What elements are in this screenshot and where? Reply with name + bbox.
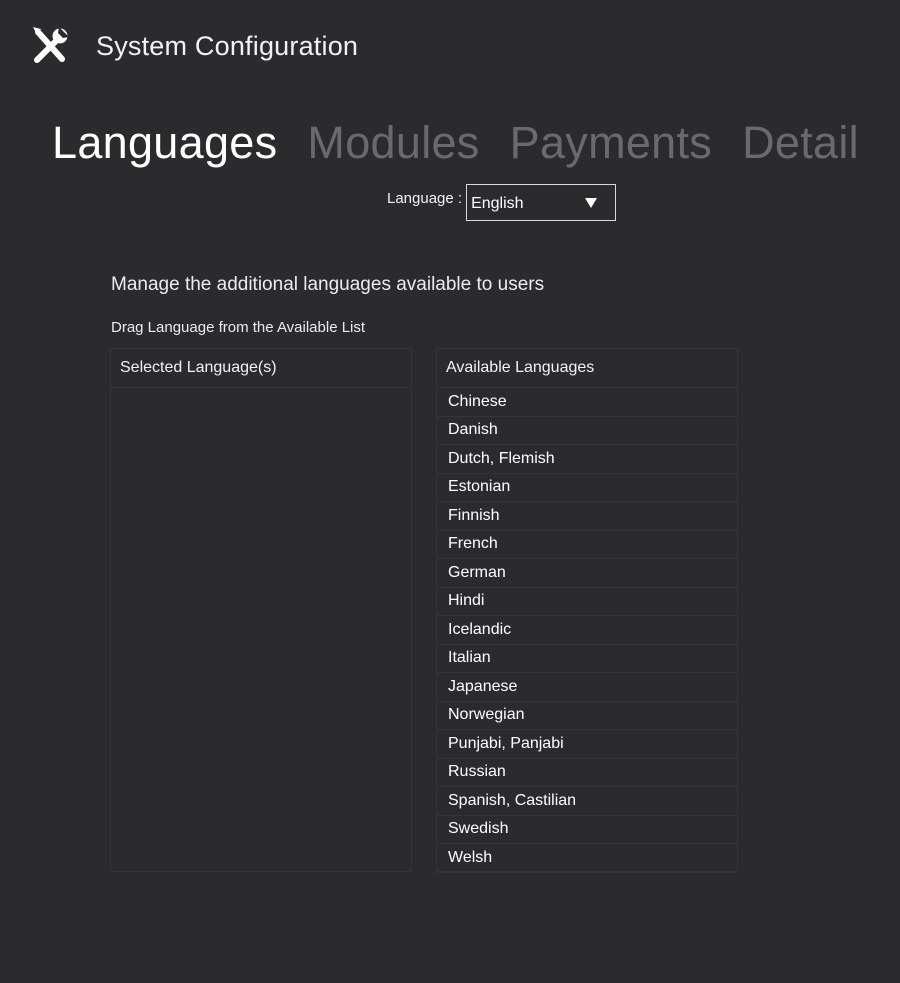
list-item[interactable]: Hindi [437, 588, 737, 616]
list-item[interactable]: Norwegian [437, 702, 737, 730]
list-item[interactable]: Finnish [437, 502, 737, 531]
list-item[interactable]: Spanish, Castilian [437, 787, 737, 816]
list-item[interactable]: Japanese [437, 673, 737, 702]
list-item[interactable]: Welsh [437, 844, 737, 873]
list-item[interactable]: French [437, 531, 737, 559]
list-item[interactable]: Dutch, Flemish [437, 445, 737, 474]
available-languages-header: Available Languages [437, 349, 737, 388]
list-item[interactable]: Estonian [437, 474, 737, 502]
tab-bar: Languages Modules Payments Detail [52, 112, 889, 174]
list-item[interactable]: Chinese [437, 388, 737, 417]
app-title: System Configuration [96, 30, 359, 61]
selected-languages-list[interactable]: Selected Language(s) [110, 348, 412, 872]
list-item[interactable]: German [437, 559, 737, 588]
list-item[interactable]: Punjabi, Panjabi [437, 730, 737, 759]
selected-languages-header: Selected Language(s) [111, 349, 411, 388]
app-header: System Configuration [28, 26, 358, 66]
tab-payments[interactable]: Payments [510, 112, 712, 174]
drag-instruction: Drag Language from the Available List [111, 319, 366, 336]
list-item[interactable]: Danish [437, 417, 737, 445]
tools-icon [33, 27, 69, 63]
available-languages-list[interactable]: Available Languages Chinese Danish Dutch, … [436, 348, 738, 873]
list-item[interactable]: Icelandic [437, 616, 737, 645]
app-window: System Configuration Languages Modules P… [0, 0, 900, 983]
tab-detail[interactable]: Detail [742, 112, 859, 174]
list-item[interactable]: Swedish [437, 816, 737, 844]
language-label: Language : [387, 190, 463, 207]
available-languages-items: Chinese Danish Dutch, Flemish Estonian Finni… [437, 388, 737, 873]
language-selector-row: Language : English [387, 184, 617, 221]
language-dropdown-value: English [471, 194, 524, 212]
page-description: Manage the additional languages availabl… [111, 274, 545, 295]
tab-modules[interactable]: Modules [307, 112, 479, 174]
chevron-down-icon [585, 198, 598, 208]
language-dropdown[interactable]: English [466, 184, 617, 221]
list-item[interactable]: Italian [437, 645, 737, 673]
list-item[interactable]: Russian [437, 759, 737, 787]
tab-languages[interactable]: Languages [52, 112, 277, 174]
